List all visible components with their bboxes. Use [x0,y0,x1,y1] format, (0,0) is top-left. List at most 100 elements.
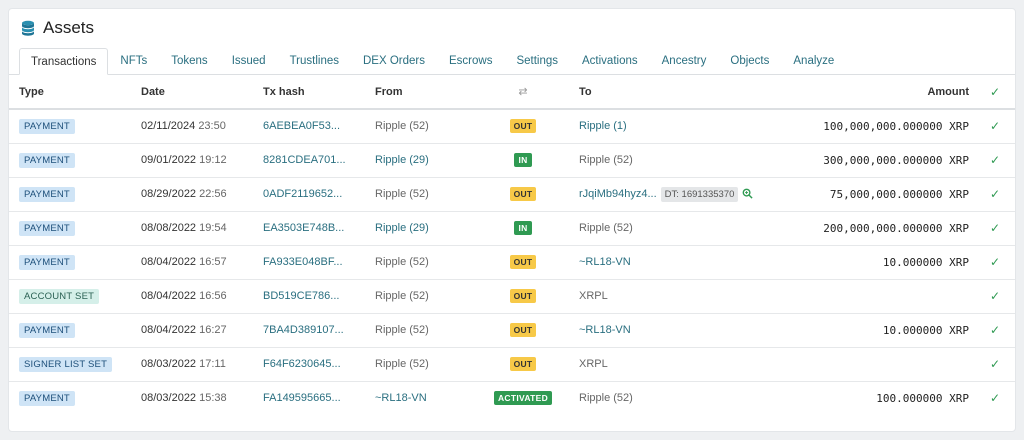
table-row[interactable]: PAYMENT 08/08/2022 19:54 EA3503E748B... … [9,211,1015,246]
check-icon: ✓ [989,289,1001,303]
tx-date: 08/03/2022 17:11 [131,347,253,382]
check-icon: ✓ [989,323,1001,337]
column-header-from[interactable]: From [365,75,477,110]
table-row[interactable]: SIGNER LIST SET 08/03/2022 17:11 F64F623… [9,347,1015,382]
check-icon: ✓ [989,357,1001,371]
table-row[interactable]: PAYMENT 09/01/2022 19:12 8281CDEA701... … [9,143,1015,178]
page-title: Assets [43,18,95,37]
tab-escrows[interactable]: Escrows [437,47,504,74]
tx-amount: 200,000,000.000000 XRP [823,221,969,235]
from-account: Ripple (52) [375,256,429,268]
column-header-amount[interactable]: Amount [799,75,985,110]
tab-settings[interactable]: Settings [504,47,570,74]
check-icon: ✓ [989,221,1001,235]
tab-tokens[interactable]: Tokens [159,47,219,74]
tx-hash-link[interactable]: EA3503E748B... [263,222,344,234]
table-row[interactable]: PAYMENT 02/11/2024 23:50 6AEBEA0F53... R… [9,109,1015,144]
tx-date: 08/04/2022 16:57 [131,245,253,280]
column-header-status: ✓ [985,75,1015,110]
table-row[interactable]: PAYMENT 08/03/2022 15:38 FA149595665... … [9,381,1015,415]
direction-badge: OUT [509,289,537,303]
tx-amount: 300,000,000.000000 XRP [823,153,969,167]
check-icon: ✓ [989,119,1001,134]
tx-type-badge: ACCOUNT SET [19,288,100,304]
destination-tag-badge: DT: 1691335370 [660,186,739,202]
swap-arrows-icon[interactable]: ⇄ [518,86,527,98]
tx-amount: 100.000000 XRP [876,391,969,405]
check-icon: ✓ [989,391,1001,406]
tx-hash-link[interactable]: 0ADF2119652... [263,188,342,200]
tab-objects[interactable]: Objects [718,47,781,74]
tab-nfts[interactable]: NFTs [108,47,159,74]
column-header-date[interactable]: Date [131,75,253,110]
to-account: XRPL [579,290,608,302]
tx-hash-link[interactable]: F64F6230645... [263,358,341,370]
table-row[interactable]: ACCOUNT SET 08/04/2022 16:56 BD519CE786.… [9,279,1015,314]
check-icon: ✓ [989,255,1001,269]
tx-hash-link[interactable]: 7BA4D389107... [263,324,344,336]
check-icon: ✓ [989,153,1001,167]
assets-card: Assets Transactions NFTs Tokens Issued Trust… [8,8,1016,432]
transactions-table: Type Date Tx hash From ⇄ To Amount ✓ PAY… [9,75,1015,415]
to-account: Ripple (52) [579,222,633,234]
to-account[interactable]: rJqiMb94hyz4... [579,188,657,200]
tab-activations[interactable]: Activations [570,47,650,74]
tx-date: 08/04/2022 16:27 [131,313,253,348]
from-account: Ripple (52) [375,358,429,370]
to-account[interactable]: Ripple (1) [579,120,627,132]
table-header-row: Type Date Tx hash From ⇄ To Amount ✓ [9,75,1015,110]
tx-hash-link[interactable]: FA149595665... [263,392,341,404]
to-account: XRPL [579,358,608,370]
table-row[interactable]: PAYMENT 08/29/2022 22:56 0ADF2119652... … [9,177,1015,212]
direction-badge: OUT [509,357,537,371]
tx-amount: 10.000000 XRP [882,323,969,337]
tx-amount: 10.000000 XRP [882,255,969,269]
direction-badge: OUT [509,255,537,269]
tx-hash-link[interactable]: FA933E048BF... [263,256,343,268]
tx-date: 02/11/2024 23:50 [131,109,253,144]
tx-amount: 100,000,000.000000 XRP [823,119,969,133]
tx-hash-link[interactable]: 8281CDEA701... [263,154,346,166]
tx-amount: 75,000,000.000000 XRP [829,187,969,201]
from-account[interactable]: Ripple (29) [375,154,429,166]
tab-dex-orders[interactable]: DEX Orders [351,47,437,74]
to-account: Ripple (52) [579,154,633,166]
direction-badge: OUT [509,187,537,201]
table-row[interactable]: PAYMENT 08/04/2022 16:27 7BA4D389107... … [9,313,1015,348]
tab-ancestry[interactable]: Ancestry [650,47,719,74]
direction-badge: IN [514,153,532,167]
from-account: Ripple (52) [375,120,429,133]
tx-type-badge: PAYMENT [19,254,75,270]
from-account[interactable]: Ripple (29) [375,222,429,234]
tx-hash-link[interactable]: 6AEBEA0F53... [263,120,340,132]
tx-date: 08/29/2022 22:56 [131,177,253,212]
coins-stack-icon [22,20,34,36]
tx-hash-link[interactable]: BD519CE786... [263,290,339,302]
tx-date: 08/08/2022 19:54 [131,211,253,246]
to-account: Ripple (52) [579,392,633,405]
table-row[interactable]: PAYMENT 08/04/2022 16:57 FA933E048BF... … [9,245,1015,280]
tx-date: 08/04/2022 16:56 [131,279,253,314]
check-icon: ✓ [989,84,1001,99]
tab-issued[interactable]: Issued [220,47,278,74]
tx-type-badge: PAYMENT [19,152,75,168]
magnifier-icon[interactable] [742,188,753,199]
tab-trustlines[interactable]: Trustlines [278,47,351,74]
to-account[interactable]: ~RL18-VN [579,256,631,268]
direction-badge: OUT [509,323,537,337]
column-header-tx-hash[interactable]: Tx hash [253,75,365,110]
tab-analyze[interactable]: Analyze [781,47,846,74]
check-icon: ✓ [989,187,1001,201]
direction-badge: IN [514,221,532,235]
from-account[interactable]: ~RL18-VN [375,392,427,404]
column-header-type[interactable]: Type [9,75,131,110]
tab-bar: Transactions NFTs Tokens Issued Trustlines DE… [9,47,1015,75]
tx-date: 09/01/2022 19:12 [131,143,253,178]
column-header-direction[interactable]: ⇄ [477,75,569,110]
to-account[interactable]: ~RL18-VN [579,324,631,336]
direction-badge: ACTIVATED [493,391,553,406]
tx-type-badge: PAYMENT [19,390,75,406]
tab-transactions[interactable]: Transactions [19,48,109,75]
tx-type-badge: PAYMENT [19,322,75,338]
column-header-to[interactable]: To [569,75,799,110]
